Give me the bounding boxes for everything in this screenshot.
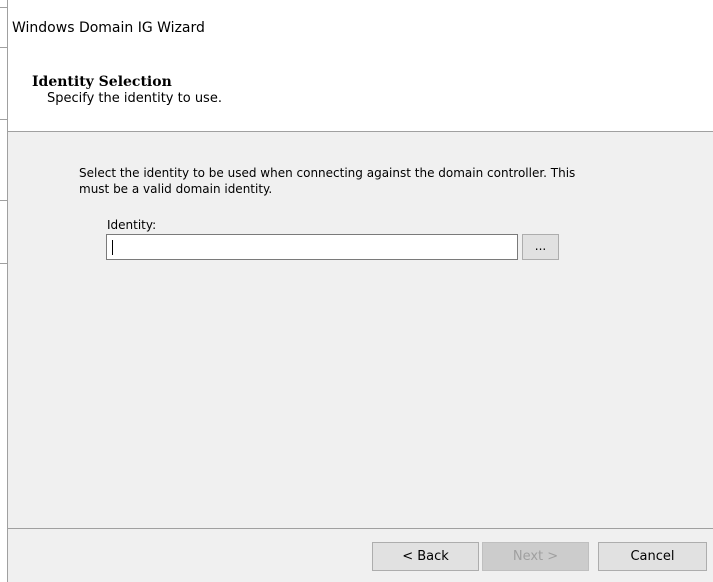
page-heading: Identity Selection bbox=[32, 74, 172, 90]
wizard-window: Windows Domain IG Wizard Identity Select… bbox=[0, 0, 713, 582]
identity-label: Identity: bbox=[107, 218, 157, 232]
border-tick bbox=[0, 119, 7, 120]
description-line: must be a valid domain identity. bbox=[79, 182, 273, 196]
page-subheading: Specify the identity to use. bbox=[47, 91, 222, 106]
cancel-button[interactable]: Cancel bbox=[598, 542, 707, 571]
border-tick bbox=[0, 47, 7, 48]
back-button[interactable]: < Back bbox=[372, 542, 479, 571]
description-line: Select the identity to be used when conn… bbox=[79, 166, 576, 180]
border-tick bbox=[0, 200, 7, 201]
description-text: Select the identity to be used when conn… bbox=[79, 165, 679, 197]
browse-button[interactable]: ... bbox=[522, 234, 559, 260]
window-title: Windows Domain IG Wizard bbox=[12, 20, 205, 36]
text-caret bbox=[112, 240, 113, 255]
identity-input[interactable] bbox=[106, 234, 518, 260]
next-button[interactable]: Next > bbox=[482, 542, 589, 571]
border-tick bbox=[0, 7, 7, 8]
border-tick bbox=[0, 263, 7, 264]
